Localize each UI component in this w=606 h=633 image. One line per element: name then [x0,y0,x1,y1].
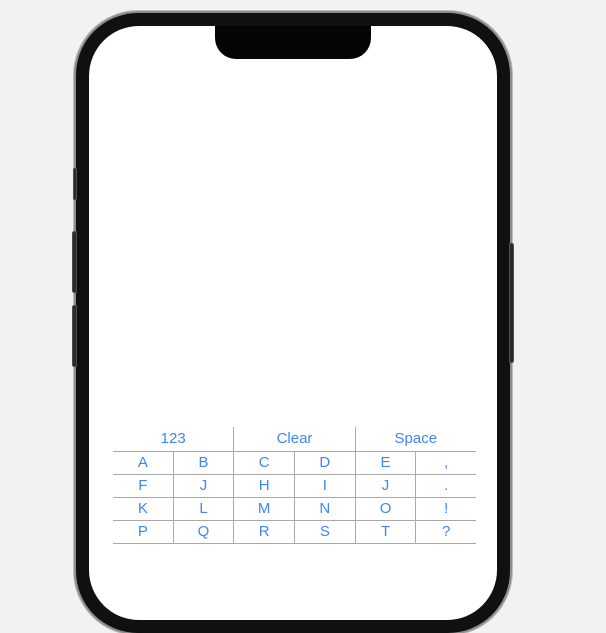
key-comma[interactable]: , [415,452,476,474]
phone-screen: 123 Clear Space A B C D E , F J H I J . [89,26,497,620]
on-screen-keyboard: 123 Clear Space A B C D E , F J H I J . [113,427,476,544]
key-period[interactable]: . [415,475,476,497]
key-c[interactable]: C [233,452,294,474]
key-h[interactable]: H [233,475,294,497]
key-j-2[interactable]: J [354,475,416,497]
key-row: K L M N O ! [113,498,476,521]
notch [215,26,371,59]
key-b[interactable]: B [172,452,234,474]
key-k[interactable]: K [113,498,173,520]
key-n[interactable]: N [294,498,355,520]
volume-up-button[interactable] [72,231,77,293]
key-j-1[interactable]: J [172,475,234,497]
key-space[interactable]: Space [354,427,476,451]
key-i[interactable]: I [294,475,355,497]
key-a[interactable]: A [113,452,173,474]
key-clear[interactable]: Clear [233,427,354,451]
phone-frame: 123 Clear Space A B C D E , F J H I J . [72,13,514,633]
power-button[interactable] [509,243,514,363]
key-s[interactable]: S [294,521,355,543]
key-m[interactable]: M [233,498,294,520]
key-exclamation[interactable]: ! [415,498,476,520]
key-row: P Q R S T ? [113,521,476,544]
mute-switch[interactable] [73,168,77,200]
key-r[interactable]: R [233,521,294,543]
key-question[interactable]: ? [415,521,476,543]
key-p[interactable]: P [113,521,173,543]
key-row: F J H I J . [113,475,476,498]
key-q[interactable]: Q [172,521,234,543]
key-t[interactable]: T [354,521,416,543]
keyboard-header-row: 123 Clear Space [113,427,476,452]
key-e[interactable]: E [354,452,416,474]
key-f[interactable]: F [113,475,173,497]
key-o[interactable]: O [354,498,416,520]
volume-down-button[interactable] [72,305,77,367]
key-d[interactable]: D [294,452,355,474]
key-l[interactable]: L [172,498,234,520]
key-row: A B C D E , [113,452,476,475]
key-123[interactable]: 123 [113,427,233,451]
